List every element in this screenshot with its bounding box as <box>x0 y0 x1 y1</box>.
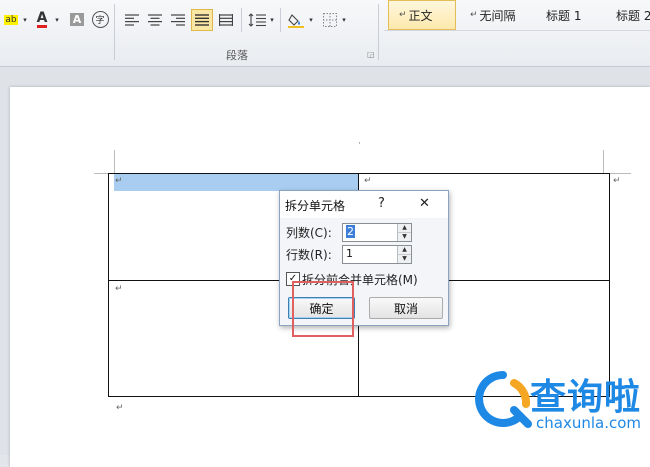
cell-paragraph-mark[interactable]: ↵ <box>115 284 123 294</box>
character-shading-icon: A <box>69 12 85 26</box>
margin-mark <box>114 150 115 173</box>
cancel-button-label: 取消 <box>393 301 418 316</box>
style-label: 标题 1 <box>546 8 582 23</box>
selected-cell-highlight <box>114 174 358 191</box>
watermark: 查询啦 chaxunla.com <box>470 364 650 455</box>
distributed-align-icon <box>219 14 233 26</box>
character-shading-button[interactable]: A <box>68 10 86 28</box>
borders-dropdown-arrow[interactable]: ▾ <box>340 14 348 26</box>
group-separator <box>114 4 115 60</box>
paragraph-group-label: 段落 <box>226 49 248 62</box>
rows-label: 行数(R): <box>286 248 332 262</box>
line-spacing-dropdown-arrow[interactable]: ▾ <box>268 14 276 26</box>
font-color-dropdown-arrow[interactable]: ▾ <box>53 14 61 26</box>
row-end-mark: ↵ <box>613 176 621 186</box>
enclosed-character-icon: 字 <box>91 10 109 28</box>
margin-mark <box>609 173 631 174</box>
style-tile-normal[interactable]: ↵ 正文 <box>388 0 456 30</box>
highlighter-icon: ab <box>4 15 18 25</box>
borders-button[interactable] <box>320 10 340 30</box>
highlight-dropdown-arrow[interactable]: ▾ <box>21 14 29 26</box>
columns-value: 2 <box>346 225 355 238</box>
rows-spinner[interactable]: 1 ▲ ▼ <box>342 245 412 264</box>
spinner-arrows: ▲ ▼ <box>397 246 411 263</box>
paragraph-mark-icon: ↵ <box>399 10 407 20</box>
cell-paragraph-mark[interactable]: ↵ <box>115 176 123 186</box>
table-border-left <box>108 173 109 397</box>
spin-up-icon[interactable]: ▲ <box>398 246 411 255</box>
button-separator <box>280 8 281 32</box>
align-left-icon <box>125 14 139 26</box>
spin-down-icon[interactable]: ▼ <box>398 233 411 241</box>
watermark-logo-icon <box>475 371 532 428</box>
justify-icon <box>195 14 209 26</box>
close-icon[interactable]: ✕ <box>419 196 430 211</box>
dialog-titlebar[interactable]: 拆分单元格 ? ✕ <box>280 191 448 218</box>
enclosed-character-button[interactable]: 字 <box>90 9 110 29</box>
shading-button[interactable] <box>286 9 306 31</box>
font-color-button[interactable]: A <box>32 8 52 30</box>
paragraph-mark: ↵ <box>116 403 124 413</box>
align-center-icon <box>148 14 162 26</box>
dialog-title: 拆分单元格 <box>285 199 346 213</box>
group-separator <box>378 4 379 60</box>
align-right-button[interactable] <box>168 10 188 30</box>
dialog-launcher-icon[interactable]: ◲ <box>367 50 375 59</box>
button-separator <box>241 8 242 32</box>
rows-value: 1 <box>346 247 353 260</box>
style-tile-heading-1[interactable]: 标题 1 <box>538 0 602 30</box>
gallery-divider <box>384 30 650 31</box>
align-right-icon <box>171 14 185 26</box>
tutorial-highlight-box <box>292 281 354 337</box>
distributed-align-button[interactable] <box>216 10 236 30</box>
style-tile-no-spacing[interactable]: ↵ 无间隔 <box>462 0 532 30</box>
cell-paragraph-mark[interactable]: ↵ <box>364 176 372 186</box>
align-left-button[interactable] <box>122 10 142 30</box>
paint-bucket-icon <box>288 14 304 28</box>
help-button[interactable]: ? <box>378 196 385 211</box>
justify-button[interactable] <box>191 9 213 31</box>
table-border-top <box>108 173 610 174</box>
text-highlight-button[interactable]: ab <box>0 10 22 30</box>
style-label: 正文 <box>408 8 433 23</box>
watermark-text: 查询啦 <box>530 377 642 418</box>
spin-up-icon[interactable]: ▲ <box>398 224 411 233</box>
line-spacing-button[interactable] <box>246 10 270 30</box>
spinner-arrows: ▲ ▼ <box>397 224 411 241</box>
spin-down-icon[interactable]: ▼ <box>398 255 411 263</box>
columns-spinner[interactable]: 2 ▲ ▼ <box>342 223 412 242</box>
columns-label: 列数(C): <box>286 226 332 240</box>
shading-dropdown-arrow[interactable]: ▾ <box>307 14 315 26</box>
line-spacing-icon <box>248 13 266 27</box>
paragraph-mark-icon: ↵ <box>470 10 478 20</box>
borders-icon <box>323 13 337 27</box>
header-dot: · <box>358 139 361 149</box>
watermark-url: chaxunla.com <box>536 414 641 432</box>
font-color-icon: A <box>36 9 48 28</box>
cancel-button[interactable]: 取消 <box>369 297 443 319</box>
align-center-button[interactable] <box>145 10 165 30</box>
style-tile-heading-2[interactable]: 标题 2 <box>608 0 650 30</box>
style-label: 标题 2 <box>616 8 650 23</box>
margin-mark <box>603 150 604 173</box>
style-label: 无间隔 <box>479 8 516 23</box>
ribbon: ab ▾ A ▾ A 字 ▾ ▾ ▾ 段落 ◲ ↵ 正文 ↵ 无间隔 标题 1 … <box>0 0 650 67</box>
